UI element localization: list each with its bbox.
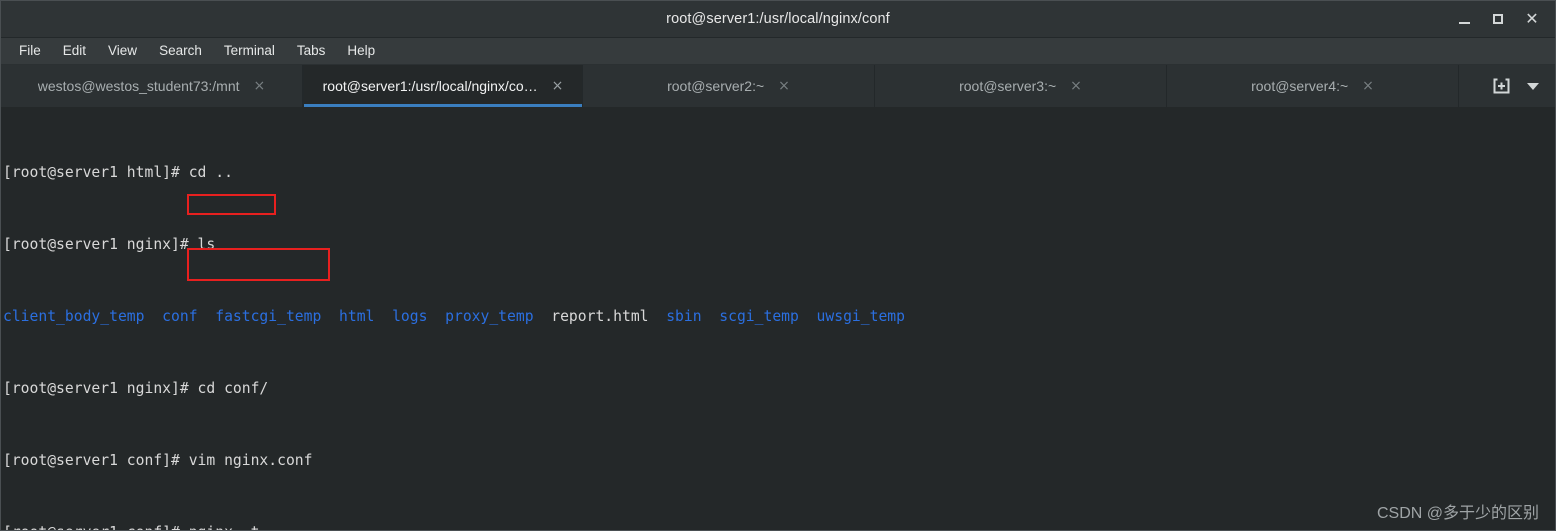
tab-label: westos@westos_student73:/mnt (37, 78, 240, 94)
close-button[interactable]: ✕ (1515, 4, 1549, 34)
terminal-segment-dirs: sbin scgi_temp uwsgi_temp (666, 308, 905, 325)
tab-list-button[interactable] (1517, 71, 1549, 101)
chevron-down-icon (1527, 82, 1539, 90)
terminal-line: client_body_temp conf fastcgi_temp html … (3, 308, 1555, 326)
menu-item-terminal[interactable]: Terminal (213, 40, 286, 62)
window-title: root@server1:/usr/local/nginx/conf (666, 11, 890, 27)
menu-item-edit[interactable]: Edit (52, 40, 97, 62)
tab-close-icon[interactable]: × (778, 79, 790, 93)
menu-item-view[interactable]: View (97, 40, 148, 62)
terminal-segment-file: report.html (551, 308, 667, 325)
menu-item-file[interactable]: File (8, 40, 52, 62)
tab-server3[interactable]: root@server3:~ × (875, 65, 1167, 107)
tab-server1-nginx-conf[interactable]: root@server1:/usr/local/nginx/co… × (303, 65, 583, 107)
tab-label: root@server2:~ (667, 78, 765, 94)
tab-close-icon[interactable]: × (1362, 79, 1374, 93)
terminal-line: [root@server1 nginx]# cd conf/ (3, 380, 1555, 398)
tab-close-icon[interactable]: × (254, 79, 266, 93)
maximize-button[interactable] (1481, 4, 1515, 34)
new-tab-button[interactable] (1485, 71, 1517, 101)
tab-label: root@server4:~ (1251, 78, 1349, 94)
menu-item-help[interactable]: Help (336, 40, 386, 62)
minimize-button[interactable] (1447, 4, 1481, 34)
terminal-segment: [root@server1 nginx]# ls (3, 236, 216, 253)
tab-label: root@server1:/usr/local/nginx/co… (322, 78, 538, 94)
tab-close-icon[interactable]: × (1070, 79, 1082, 93)
terminal-window: root@server1:/usr/local/nginx/conf ✕ Fil… (0, 0, 1556, 531)
terminal-line: [root@server1 html]# cd .. (3, 164, 1555, 182)
menu-bar: File Edit View Search Terminal Tabs Help (1, 38, 1555, 65)
terminal-line: [root@server1 nginx]# ls (3, 236, 1555, 254)
window-controls: ✕ (1447, 1, 1549, 37)
tab-bar-actions (1485, 65, 1555, 107)
new-tab-icon (1493, 77, 1509, 94)
menu-item-tabs[interactable]: Tabs (286, 40, 337, 62)
tab-westos-student73[interactable]: westos@westos_student73:/mnt × (1, 65, 303, 107)
menu-item-search[interactable]: Search (148, 40, 213, 62)
terminal-segment-dirs: client_body_temp conf fastcgi_temp html … (3, 308, 552, 325)
terminal-segment: [root@server1 conf]# vim nginx.conf (3, 452, 313, 469)
tab-server2[interactable]: root@server2:~ × (583, 65, 875, 107)
tab-server4[interactable]: root@server4:~ × (1167, 65, 1459, 107)
tab-close-icon[interactable]: × (552, 79, 564, 93)
watermark: CSDN @多于少的区别 (1376, 505, 1539, 522)
terminal-output-area[interactable]: [root@server1 html]# cd .. [root@server1… (1, 107, 1555, 530)
terminal-segment: [root@server1 html]# cd .. (3, 164, 233, 181)
terminal-text: [root@server1 html]# cd .. [root@server1… (3, 110, 1555, 530)
title-bar: root@server1:/usr/local/nginx/conf ✕ (1, 1, 1555, 38)
tab-bar: westos@westos_student73:/mnt × root@serv… (1, 65, 1555, 107)
terminal-segment: [root@server1 nginx]# cd conf/ (3, 380, 269, 397)
tab-label: root@server3:~ (959, 78, 1057, 94)
terminal-segment: [root@server1 conf]# nginx -t (3, 524, 259, 530)
terminal-line: [root@server1 conf]# vim nginx.conf (3, 452, 1555, 470)
terminal-line: [root@server1 conf]# nginx -t (3, 524, 1555, 530)
